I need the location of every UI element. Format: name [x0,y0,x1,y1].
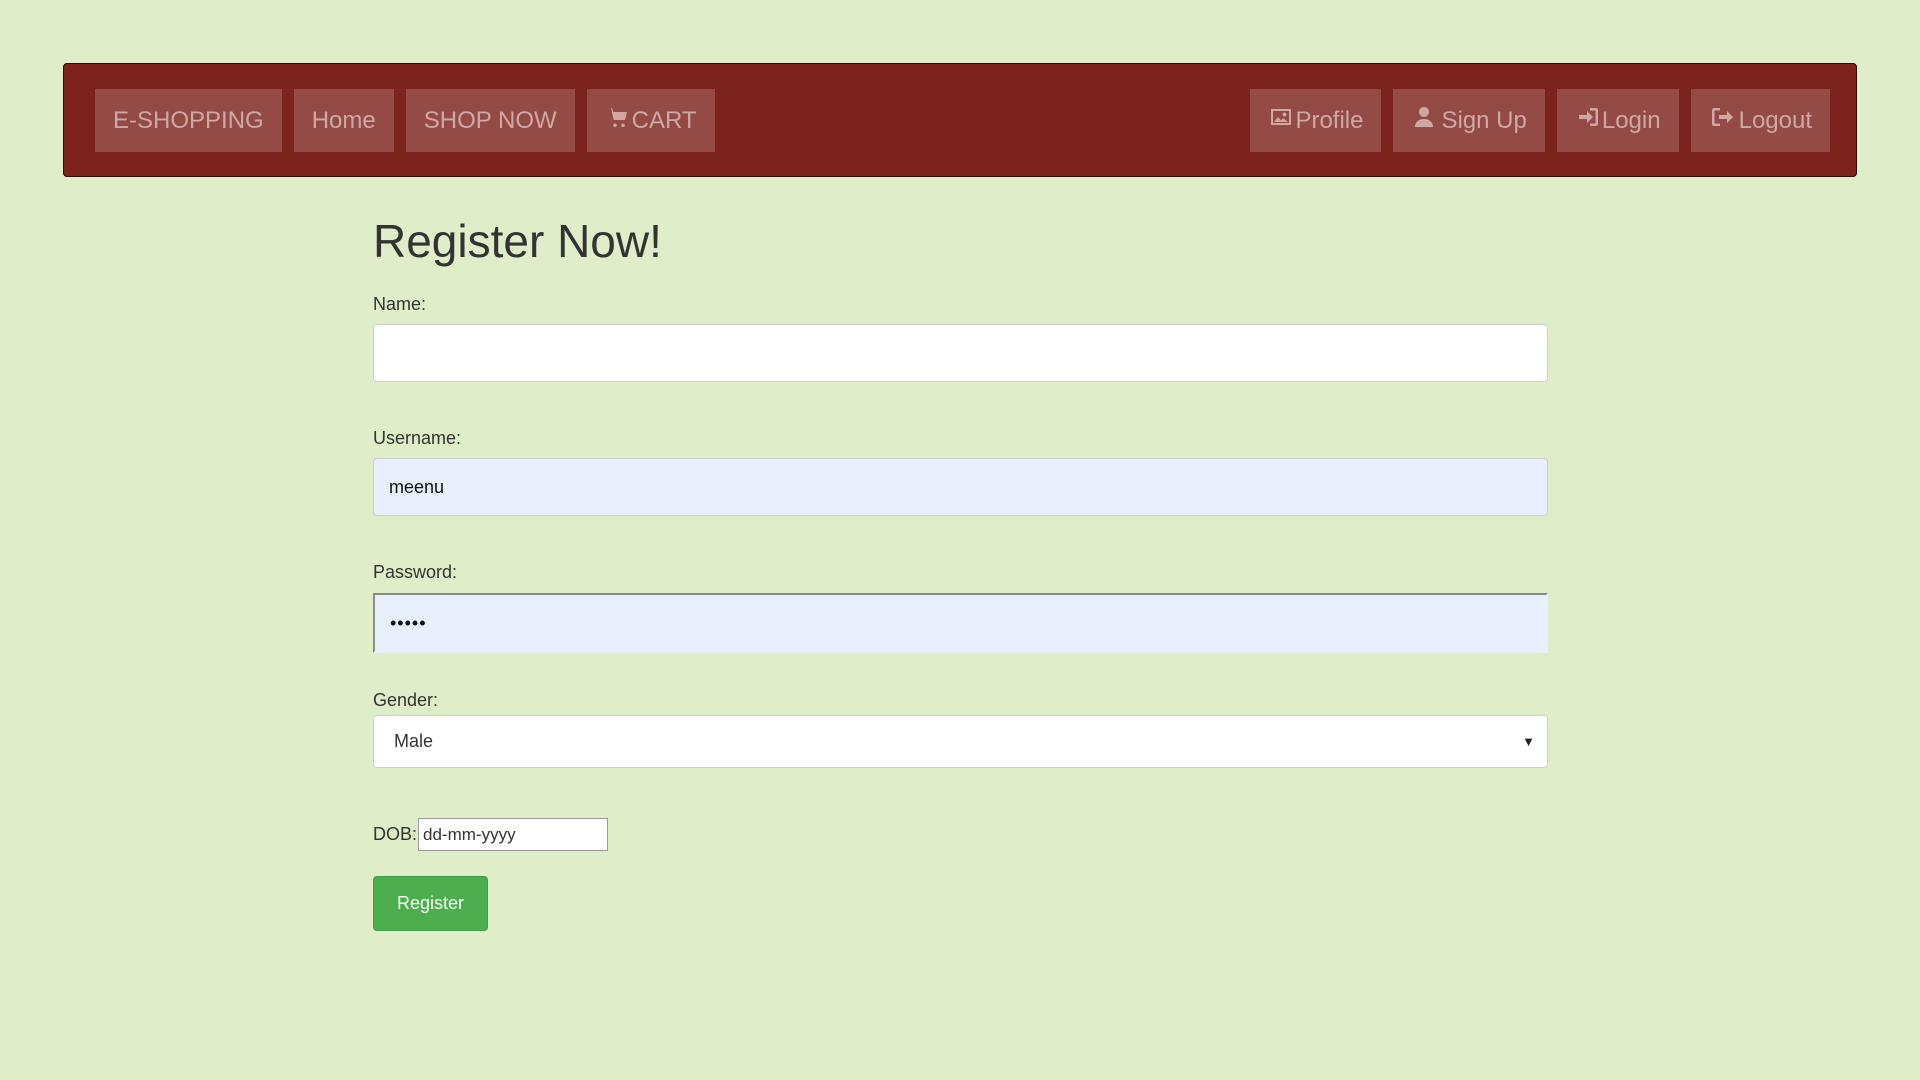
home-link[interactable]: Home [293,89,394,152]
dob-input[interactable]: dd-mm-yyyy [418,818,609,851]
logout-link[interactable]: Logout [1690,89,1830,152]
cart-link[interactable]: CART [586,89,715,152]
gender-select[interactable]: Male ▼ [373,715,1548,768]
login-link-label: Login [1601,106,1661,134]
login-link[interactable]: Login [1556,89,1679,152]
dob-label: DOB: [373,824,418,844]
nav-left-group: E-SHOPPING Home SHOP NOW CART [95,89,715,152]
navbar: E-SHOPPING Home SHOP NOW CART Profile Si… [63,63,1857,177]
picture-icon [1269,105,1295,136]
username-label: Username: [373,428,462,448]
sign-up-link[interactable]: Sign Up [1393,89,1545,152]
cart-icon [606,105,632,136]
name-label: Name: [373,294,427,314]
logout-icon [1710,105,1736,136]
dob-row: DOB: dd-mm-yyyy [373,818,1548,851]
register-button[interactable]: Register [373,876,488,931]
username-input[interactable]: meenu [373,458,1548,516]
gender-selected-value: Male [394,731,434,751]
gender-label: Gender: [373,690,439,710]
profile-link[interactable]: Profile [1250,89,1382,152]
sign-up-link-label: Sign Up [1441,106,1527,134]
password-input[interactable]: ••••• [373,593,1548,653]
nav-right-group: Profile Sign Up Login Logout [1250,89,1830,152]
logout-link-label: Logout [1738,106,1812,134]
page-title: Register Now! [373,215,662,267]
chevron-down-icon: ▼ [1522,734,1535,749]
cart-link-label: CART [631,106,697,134]
brand-link[interactable]: E-SHOPPING [95,89,282,152]
shop-now-link[interactable]: SHOP NOW [405,89,575,152]
password-label: Password: [373,562,458,582]
user-icon [1412,105,1438,136]
name-input[interactable] [373,324,1548,382]
register-form: Register Now! Name: Username: meenu Pass… [373,212,1548,931]
profile-link-label: Profile [1295,106,1364,134]
login-icon [1576,105,1602,136]
